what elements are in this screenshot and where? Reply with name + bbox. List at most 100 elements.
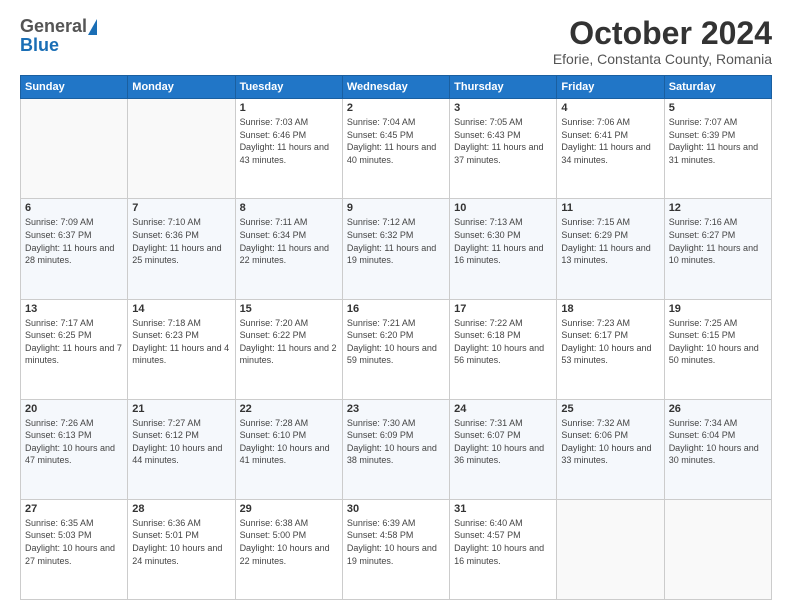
day-number: 26 <box>669 403 767 415</box>
location: Eforie, Constanta County, Romania <box>553 51 772 67</box>
calendar-cell: 20Sunrise: 7:26 AMSunset: 6:13 PMDayligh… <box>21 399 128 499</box>
day-number: 9 <box>347 202 445 214</box>
calendar-cell <box>128 99 235 199</box>
calendar-cell: 25 Sunrise: 7:32 AMSunset: 6:06 PMDayligh… <box>557 399 664 499</box>
title-area: October 2024 Eforie, Constanta County, R… <box>553 16 772 67</box>
day-number: 16 <box>347 303 445 315</box>
calendar-cell: 4Sunrise: 7:06 AMSunset: 6:41 PMDaylight… <box>557 99 664 199</box>
day-number: 27 <box>25 503 123 515</box>
week-row-3: 13 Sunrise: 7:17 AMSunset: 6:25 PMDayligh… <box>21 299 772 399</box>
day-info: Sunrise: 7:30 AMSunset: 6:09 PMDaylight:… <box>347 417 445 467</box>
calendar-cell: 22Sunrise: 7:28 AMSunset: 6:10 PMDayligh… <box>235 399 342 499</box>
day-number: 29 <box>240 503 338 515</box>
week-row-2: 6 Sunrise: 7:09 AMSunset: 6:37 PMDaylight… <box>21 199 772 299</box>
day-number: 1 <box>240 102 338 114</box>
calendar-cell: 24 Sunrise: 7:31 AMSunset: 6:07 PMDayligh… <box>450 399 557 499</box>
day-info: Sunrise: 7:31 AMSunset: 6:07 PMDaylight:… <box>454 417 552 467</box>
day-number: 5 <box>669 102 767 114</box>
calendar-cell: 30Sunrise: 6:39 AMSunset: 4:58 PMDayligh… <box>342 499 449 599</box>
logo: General Blue <box>20 16 97 56</box>
calendar-cell: 29Sunrise: 6:38 AMSunset: 5:00 PMDayligh… <box>235 499 342 599</box>
month-title: October 2024 <box>553 16 772 51</box>
day-info: Sunrise: 7:18 AMSunset: 6:23 PMDaylight:… <box>132 317 230 367</box>
day-info: Sunrise: 7:11 AMSunset: 6:34 PMDaylight:… <box>240 216 338 266</box>
weekday-header-friday: Friday <box>557 76 664 99</box>
day-info: Sunrise: 6:40 AMSunset: 4:57 PMDaylight:… <box>454 517 552 567</box>
day-info: Sunrise: 7:09 AMSunset: 6:37 PMDaylight:… <box>25 216 123 266</box>
day-info: Sunrise: 7:22 AMSunset: 6:18 PMDaylight:… <box>454 317 552 367</box>
day-info: Sunrise: 6:36 AMSunset: 5:01 PMDaylight:… <box>132 517 230 567</box>
calendar-cell: 16Sunrise: 7:21 AMSunset: 6:20 PMDayligh… <box>342 299 449 399</box>
day-info: Sunrise: 7:16 AMSunset: 6:27 PMDaylight:… <box>669 216 767 266</box>
day-number: 13 <box>25 303 123 315</box>
day-info: Sunrise: 7:05 AMSunset: 6:43 PMDaylight:… <box>454 116 552 166</box>
calendar-cell: 15Sunrise: 7:20 AMSunset: 6:22 PMDayligh… <box>235 299 342 399</box>
calendar-cell: 27 Sunrise: 6:35 AMSunset: 5:03 PMDayligh… <box>21 499 128 599</box>
week-row-1: 1 Sunrise: 7:03 AMSunset: 6:46 PMDaylight… <box>21 99 772 199</box>
calendar-cell: 7 Sunrise: 7:10 AMSunset: 6:36 PMDaylight… <box>128 199 235 299</box>
day-info: Sunrise: 7:07 AMSunset: 6:39 PMDaylight:… <box>669 116 767 166</box>
day-info: Sunrise: 7:10 AMSunset: 6:36 PMDaylight:… <box>132 216 230 266</box>
page: General Blue October 2024 Eforie, Consta… <box>0 0 792 612</box>
calendar-cell: 14 Sunrise: 7:18 AMSunset: 6:23 PMDayligh… <box>128 299 235 399</box>
day-number: 6 <box>25 202 123 214</box>
day-number: 18 <box>561 303 659 315</box>
week-row-5: 27 Sunrise: 6:35 AMSunset: 5:03 PMDayligh… <box>21 499 772 599</box>
weekday-header-wednesday: Wednesday <box>342 76 449 99</box>
day-number: 20 <box>25 403 123 415</box>
day-info: Sunrise: 7:32 AMSunset: 6:06 PMDaylight:… <box>561 417 659 467</box>
calendar-cell: 26 Sunrise: 7:34 AMSunset: 6:04 PMDayligh… <box>664 399 771 499</box>
day-number: 3 <box>454 102 552 114</box>
calendar-cell: 11Sunrise: 7:15 AMSunset: 6:29 PMDayligh… <box>557 199 664 299</box>
day-number: 23 <box>347 403 445 415</box>
day-number: 2 <box>347 102 445 114</box>
day-number: 30 <box>347 503 445 515</box>
day-info: Sunrise: 7:25 AMSunset: 6:15 PMDaylight:… <box>669 317 767 367</box>
calendar-cell: 31Sunrise: 6:40 AMSunset: 4:57 PMDayligh… <box>450 499 557 599</box>
header: General Blue October 2024 Eforie, Consta… <box>20 16 772 67</box>
day-info: Sunrise: 7:34 AMSunset: 6:04 PMDaylight:… <box>669 417 767 467</box>
day-info: Sunrise: 7:06 AMSunset: 6:41 PMDaylight:… <box>561 116 659 166</box>
day-info: Sunrise: 7:03 AMSunset: 6:46 PMDaylight:… <box>240 116 338 166</box>
calendar-cell: 13 Sunrise: 7:17 AMSunset: 6:25 PMDayligh… <box>21 299 128 399</box>
calendar-cell <box>21 99 128 199</box>
calendar-cell: 17Sunrise: 7:22 AMSunset: 6:18 PMDayligh… <box>450 299 557 399</box>
calendar-cell: 23 Sunrise: 7:30 AMSunset: 6:09 PMDayligh… <box>342 399 449 499</box>
day-info: Sunrise: 7:17 AMSunset: 6:25 PMDaylight:… <box>25 317 123 367</box>
calendar-cell: 2 Sunrise: 7:04 AMSunset: 6:45 PMDaylight… <box>342 99 449 199</box>
calendar-cell: 1 Sunrise: 7:03 AMSunset: 6:46 PMDaylight… <box>235 99 342 199</box>
day-number: 7 <box>132 202 230 214</box>
logo-blue: Blue <box>20 35 59 56</box>
day-number: 22 <box>240 403 338 415</box>
logo-general: General <box>20 16 87 37</box>
day-info: Sunrise: 7:23 AMSunset: 6:17 PMDaylight:… <box>561 317 659 367</box>
calendar-cell: 21Sunrise: 7:27 AMSunset: 6:12 PMDayligh… <box>128 399 235 499</box>
day-number: 19 <box>669 303 767 315</box>
calendar-cell: 9 Sunrise: 7:12 AMSunset: 6:32 PMDaylight… <box>342 199 449 299</box>
week-row-4: 20Sunrise: 7:26 AMSunset: 6:13 PMDayligh… <box>21 399 772 499</box>
day-number: 25 <box>561 403 659 415</box>
day-info: Sunrise: 6:35 AMSunset: 5:03 PMDaylight:… <box>25 517 123 567</box>
weekday-header-row: SundayMondayTuesdayWednesdayThursdayFrid… <box>21 76 772 99</box>
day-number: 8 <box>240 202 338 214</box>
day-number: 12 <box>669 202 767 214</box>
calendar-cell: 18 Sunrise: 7:23 AMSunset: 6:17 PMDayligh… <box>557 299 664 399</box>
day-number: 28 <box>132 503 230 515</box>
weekday-header-saturday: Saturday <box>664 76 771 99</box>
calendar-cell: 6 Sunrise: 7:09 AMSunset: 6:37 PMDaylight… <box>21 199 128 299</box>
day-number: 10 <box>454 202 552 214</box>
day-number: 21 <box>132 403 230 415</box>
weekday-header-sunday: Sunday <box>21 76 128 99</box>
day-number: 24 <box>454 403 552 415</box>
calendar-cell: 10 Sunrise: 7:13 AMSunset: 6:30 PMDayligh… <box>450 199 557 299</box>
calendar-cell: 19 Sunrise: 7:25 AMSunset: 6:15 PMDayligh… <box>664 299 771 399</box>
day-number: 14 <box>132 303 230 315</box>
calendar-cell <box>664 499 771 599</box>
weekday-header-monday: Monday <box>128 76 235 99</box>
day-info: Sunrise: 7:04 AMSunset: 6:45 PMDaylight:… <box>347 116 445 166</box>
day-number: 11 <box>561 202 659 214</box>
day-info: Sunrise: 7:13 AMSunset: 6:30 PMDaylight:… <box>454 216 552 266</box>
day-info: Sunrise: 7:12 AMSunset: 6:32 PMDaylight:… <box>347 216 445 266</box>
day-number: 15 <box>240 303 338 315</box>
calendar-cell: 8 Sunrise: 7:11 AMSunset: 6:34 PMDaylight… <box>235 199 342 299</box>
